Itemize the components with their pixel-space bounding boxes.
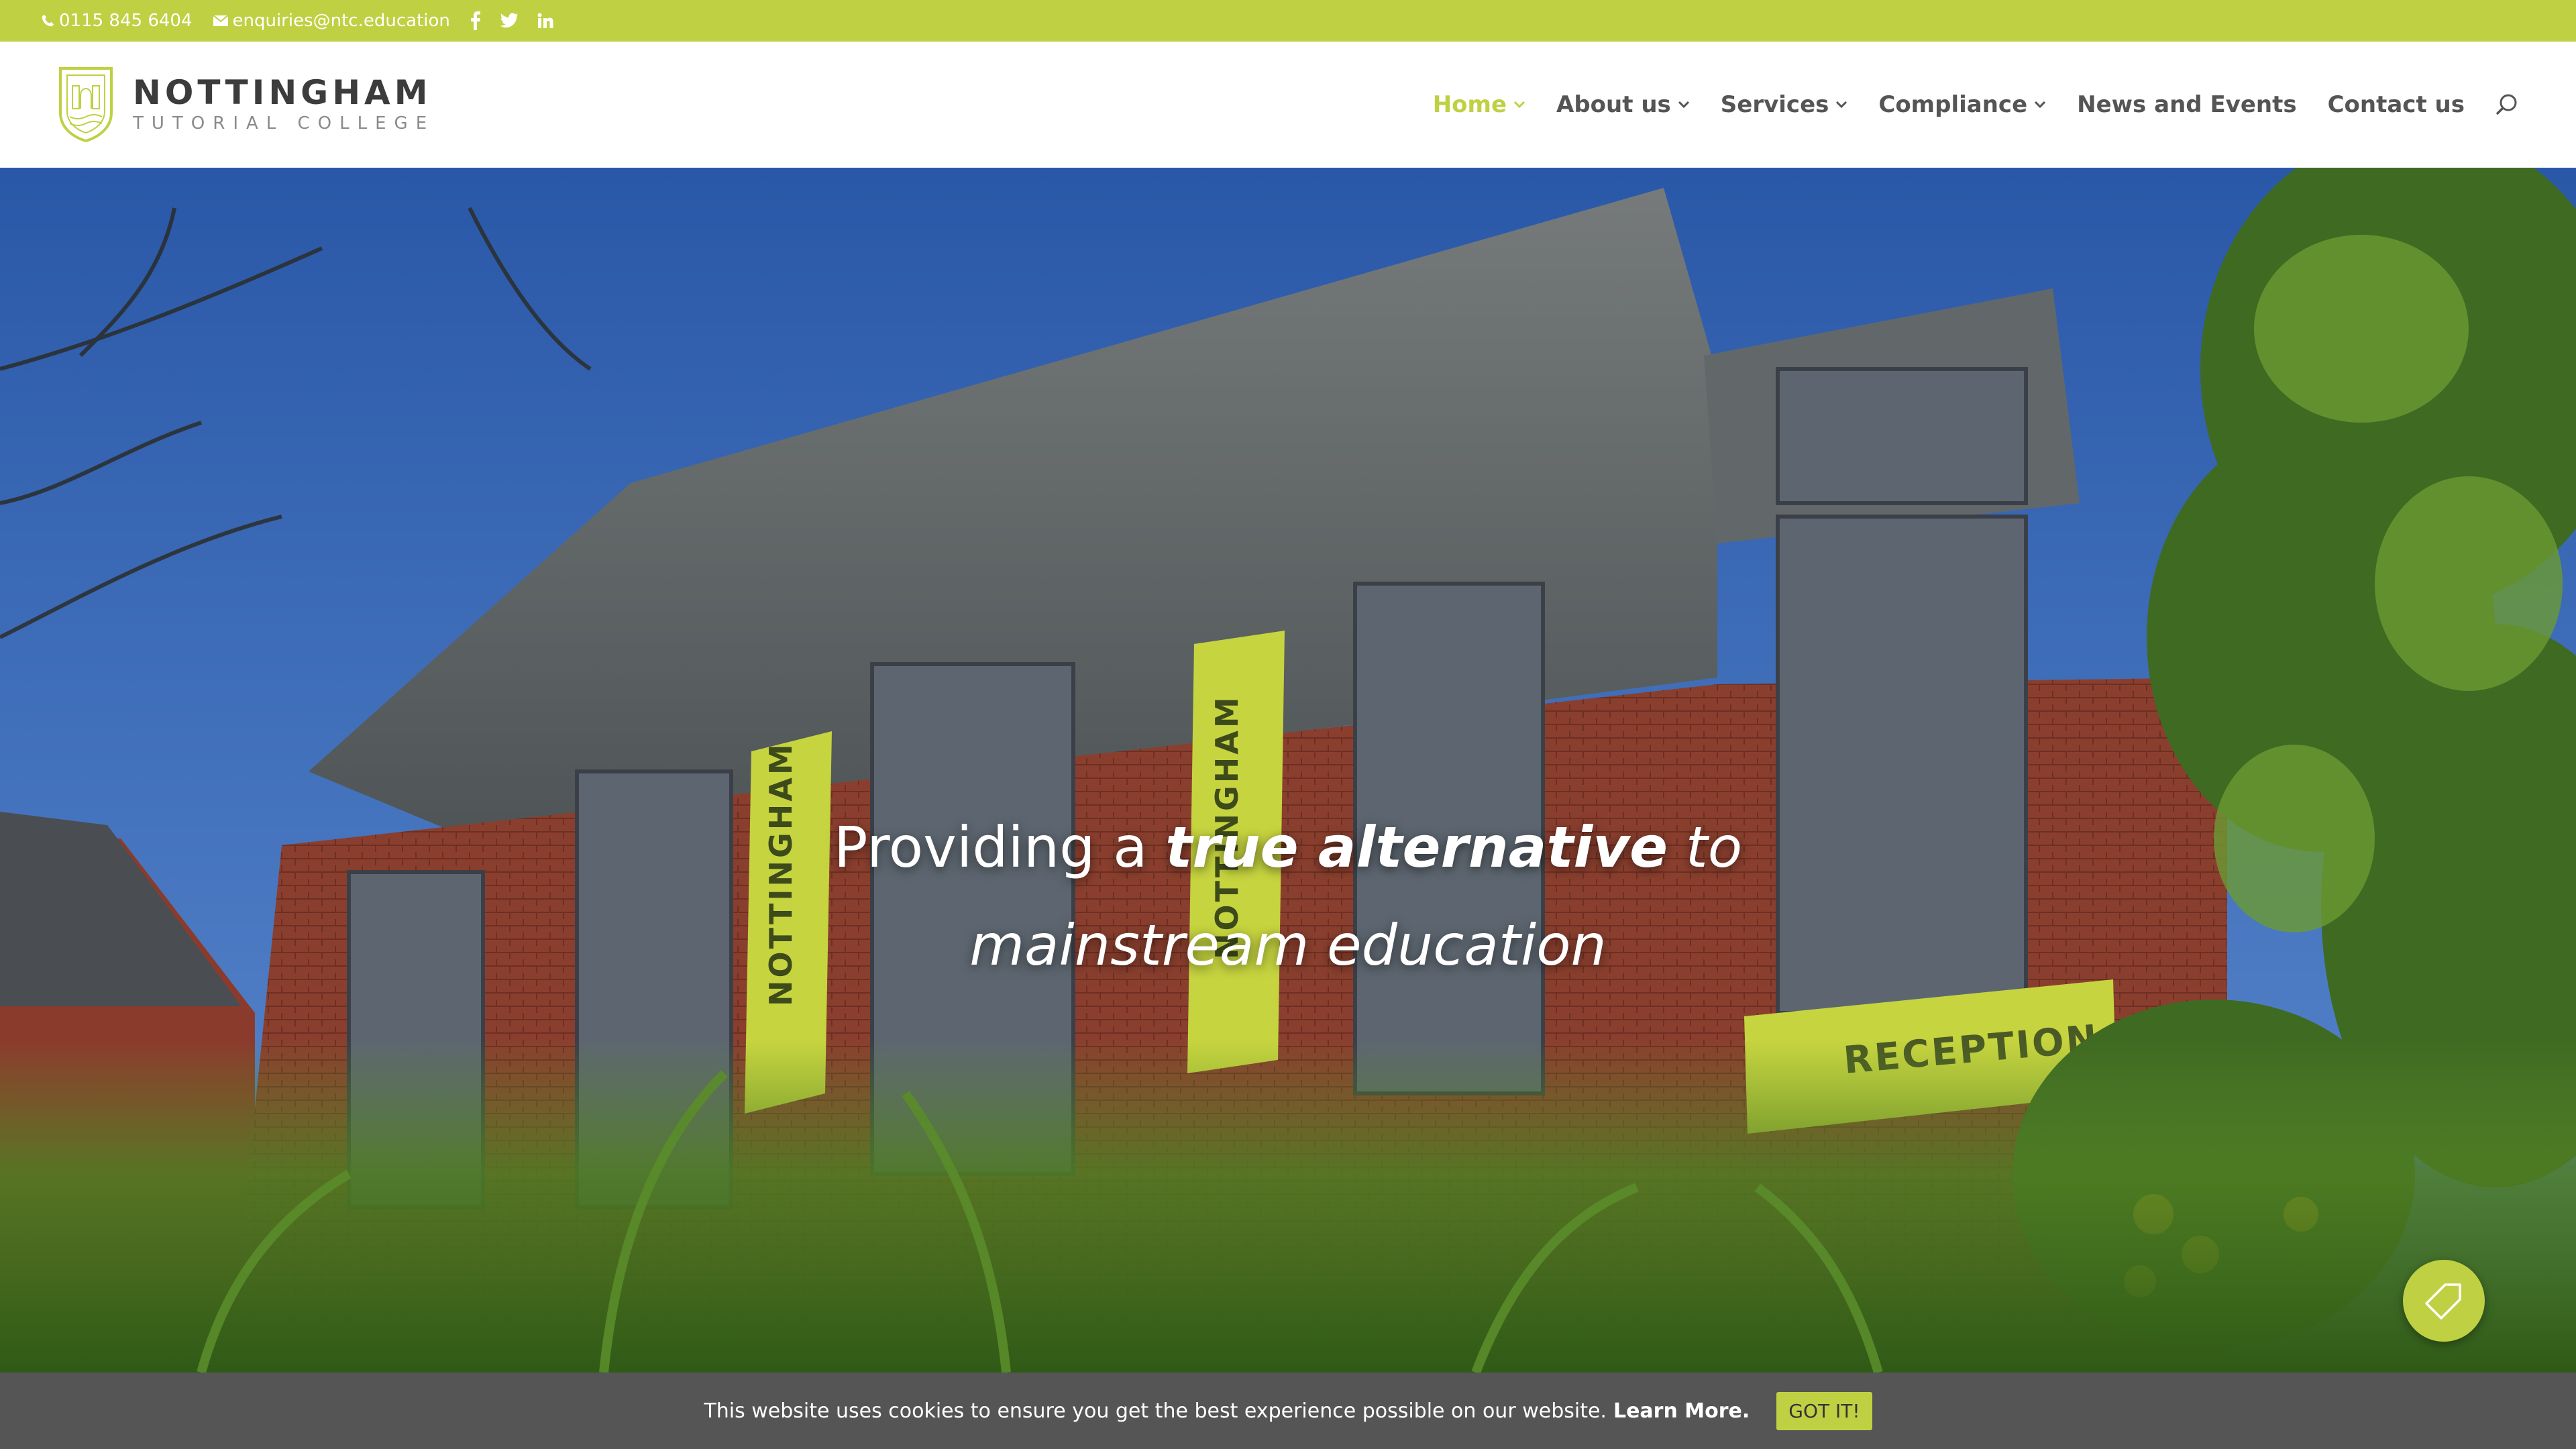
cookie-message: This website uses cookies to ensure you …	[704, 1399, 1607, 1423]
linkedin-link[interactable]	[537, 13, 553, 29]
nav-item-label: Compliance	[1878, 91, 2028, 118]
nav-item-services[interactable]: Services	[1721, 91, 1848, 118]
site-logo[interactable]: NOTTINGHAM TUTORIAL COLLEGE	[58, 66, 435, 142]
tag-icon	[2425, 1283, 2461, 1320]
headline-emphasis: true alternative	[1165, 814, 1668, 880]
phone-link[interactable]: 0115 845 6404	[40, 11, 193, 31]
learn-more-link[interactable]: Learn More.	[1613, 1399, 1750, 1423]
top-bar: 0115 845 6404 enquiries@ntc.education	[0, 0, 2576, 42]
nav-item-label: About us	[1556, 91, 1671, 118]
twitter-icon	[500, 13, 518, 28]
twitter-link[interactable]	[500, 13, 519, 29]
email-link[interactable]: enquiries@ntc.education	[212, 11, 450, 31]
facebook-icon	[470, 11, 480, 30]
headline-prefix: Providing a	[833, 814, 1166, 880]
phone-number: 0115 845 6404	[59, 11, 193, 31]
chevron-down-icon	[2035, 101, 2046, 109]
chevron-down-icon	[1836, 101, 1847, 109]
facebook-link[interactable]	[470, 11, 481, 30]
phone-icon	[42, 14, 54, 27]
hero-section: NOTTINGHAM NOTTINGHAM RECEPTION	[0, 168, 2576, 1373]
envelope-icon	[212, 15, 229, 26]
headline-suffix: to	[1668, 814, 1743, 880]
chevron-down-icon	[1513, 101, 1525, 109]
nav-item-label: Services	[1720, 91, 1829, 118]
email-address: enquiries@ntc.education	[232, 11, 450, 31]
linkedin-icon	[537, 13, 553, 28]
cookie-banner: This website uses cookies to ensure you …	[0, 1373, 2576, 1449]
nav-item-compliance[interactable]: Compliance	[1878, 91, 2046, 118]
search-button[interactable]	[2496, 93, 2518, 116]
main-nav: Home About us Services Compliance News a…	[1402, 42, 2518, 168]
college-building-photo: NOTTINGHAM NOTTINGHAM RECEPTION	[0, 168, 2576, 1373]
nav-item-label: News and Events	[2077, 91, 2297, 118]
headline-line-2: mainstream education	[969, 912, 1607, 978]
nav-item-about-us[interactable]: About us	[1556, 91, 1690, 118]
nav-item-label: Contact us	[2327, 91, 2465, 118]
accept-cookies-button[interactable]: GOT IT!	[1776, 1391, 1872, 1430]
nav-item-label: Home	[1432, 91, 1507, 118]
nav-item-news-and-events[interactable]: News and Events	[2077, 91, 2296, 118]
logo-subtitle: TUTORIAL COLLEGE	[133, 113, 435, 133]
floating-tag-button[interactable]	[2403, 1260, 2485, 1342]
nav-item-home[interactable]: Home	[1433, 91, 1525, 118]
hero-headline: Providing a true alternative to mainstre…	[0, 798, 2576, 994]
logo-title: NOTTINGHAM	[133, 73, 432, 112]
nav-item-contact-us[interactable]: Contact us	[2328, 91, 2465, 118]
search-icon	[2496, 94, 2517, 115]
college-crest-icon	[59, 67, 113, 142]
chevron-down-icon	[1678, 101, 1689, 109]
site-header: NOTTINGHAM TUTORIAL COLLEGE Home About u…	[0, 42, 2576, 168]
